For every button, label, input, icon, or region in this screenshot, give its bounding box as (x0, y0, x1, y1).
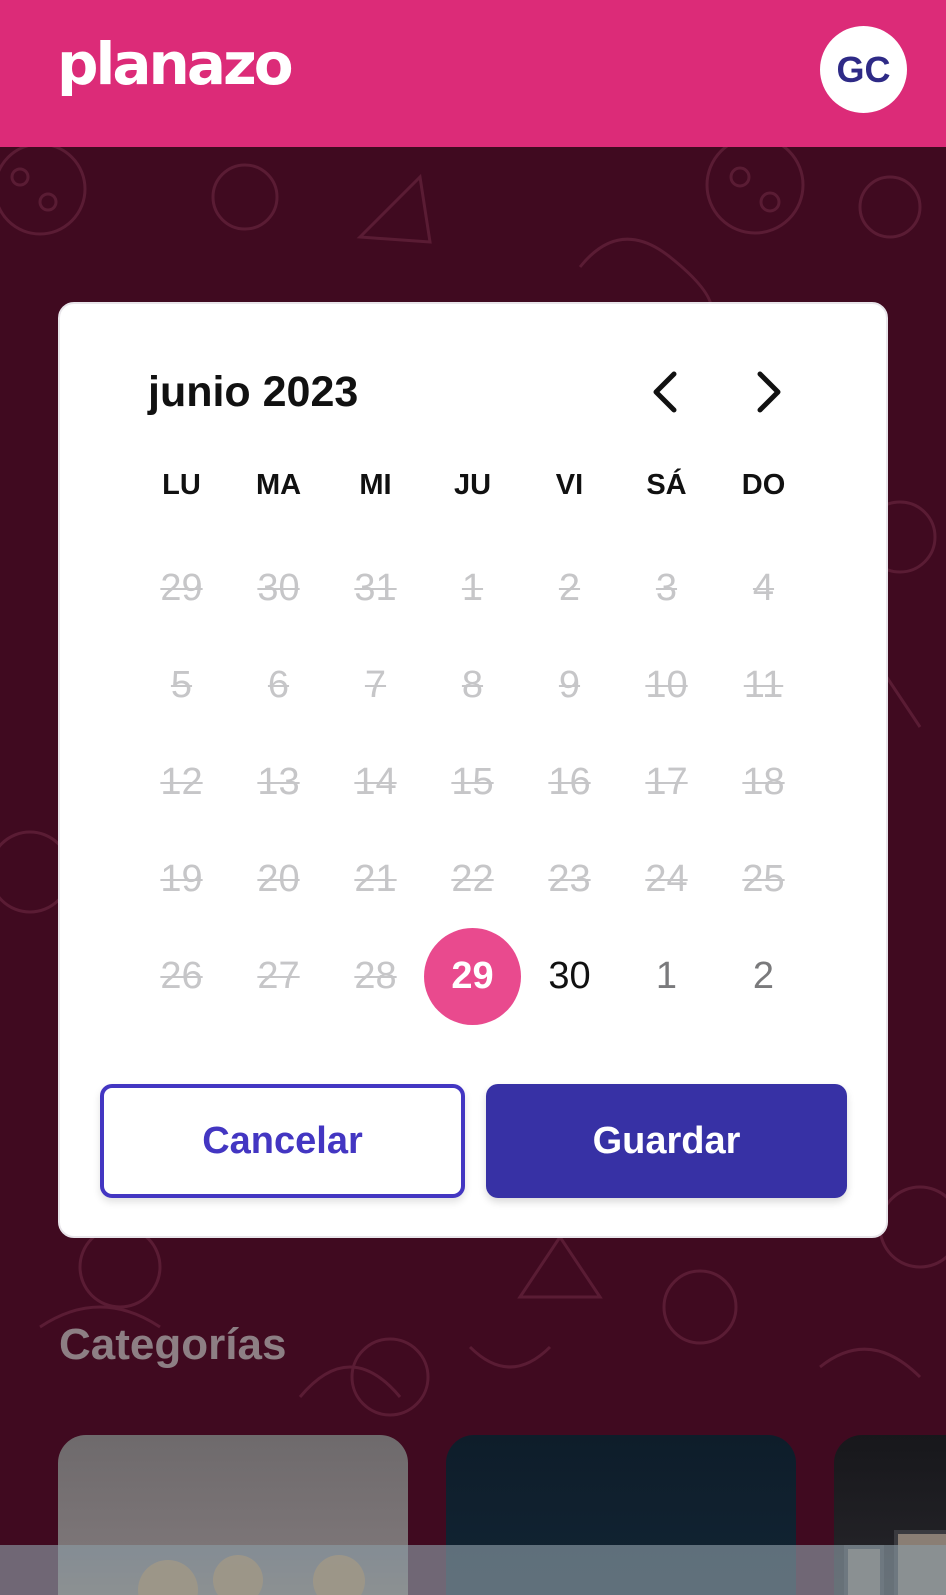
calendar-day: 11 (715, 637, 812, 734)
calendar-day: 18 (715, 734, 812, 831)
weekday-label: MI (359, 469, 392, 501)
calendar-day: 23 (521, 831, 618, 928)
calendar-day-number: 2 (752, 955, 775, 997)
calendar-day: 16 (521, 734, 618, 831)
calendar-day: 29 (133, 540, 230, 637)
calendar-day: 24 (618, 831, 715, 928)
calendar-day-number: 26 (160, 955, 203, 997)
calendar-day-number: 5 (170, 664, 193, 706)
calendar-day: 20 (230, 831, 327, 928)
calendar-day-number: 22 (451, 858, 494, 900)
calendar-day: 25 (715, 831, 812, 928)
calendar-day: 19 (133, 831, 230, 928)
cancel-button[interactable]: Cancelar (100, 1084, 465, 1198)
calendar-day-number: 7 (364, 664, 387, 706)
calendar-day: 31 (327, 540, 424, 637)
save-button[interactable]: Guardar (486, 1084, 847, 1198)
calendar-day: 28 (327, 928, 424, 1025)
calendar-day: 5 (133, 637, 230, 734)
prev-month-button[interactable] (638, 364, 694, 420)
bottom-strip (0, 1545, 946, 1595)
chevron-right-icon (757, 371, 781, 413)
calendar-day: 1 (424, 540, 521, 637)
calendar-day-number: 1 (655, 955, 678, 997)
calendar-day-number: 25 (742, 858, 785, 900)
calendar-day-number: 27 (257, 955, 300, 997)
calendar-day-number: 1 (461, 567, 484, 609)
calendar-day: 27 (230, 928, 327, 1025)
calendar-day-number: 2 (558, 567, 581, 609)
date-picker-modal: junio 2023 LU MA MI JU VI SÁ DO 29 30 31 1 2… (58, 302, 888, 1238)
weekday-label: DO (741, 469, 786, 501)
calendar-day-number: 19 (160, 858, 203, 900)
calendar-day: 2 (521, 540, 618, 637)
calendar-day-number: 23 (548, 858, 591, 900)
calendar-day-number: 8 (461, 664, 484, 706)
calendar-day: 26 (133, 928, 230, 1025)
weekday-label: SÁ (646, 469, 687, 501)
calendar-grid: 29 30 31 1 2 3 4 5 6 7 8 9 10 11 12 13 14 15 16 17 18 19 20 21 2… (133, 540, 813, 1030)
calendar-day-number: 31 (354, 567, 397, 609)
calendar-day: 7 (327, 637, 424, 734)
calendar-day-number: 24 (645, 858, 688, 900)
weekday-header: LU MA MI JU VI SÁ DO (133, 469, 813, 509)
calendar-day: 6 (230, 637, 327, 734)
calendar-day: 30 (230, 540, 327, 637)
calendar-day-selected[interactable]: 29 (424, 928, 521, 1025)
calendar-day-number: 15 (451, 761, 494, 803)
calendar-day-number: 17 (645, 761, 688, 803)
calendar-day-number: 13 (257, 761, 300, 803)
next-month-button[interactable] (740, 364, 796, 420)
app-header: planazo GC (0, 0, 946, 147)
calendar-day: 12 (133, 734, 230, 831)
calendar-day: 14 (327, 734, 424, 831)
calendar-day-number: 3 (655, 567, 678, 609)
calendar-day-number: 11 (743, 664, 784, 706)
calendar-day-number: 12 (160, 761, 203, 803)
avatar[interactable]: GC (820, 26, 907, 113)
calendar-day: 13 (230, 734, 327, 831)
calendar-day: 3 (618, 540, 715, 637)
calendar-day-number: 10 (645, 664, 688, 706)
categories-title: Categorías (59, 1320, 287, 1369)
weekday-label: JU (453, 469, 492, 501)
weekday-label: VI (555, 469, 584, 501)
calendar-day-number: 16 (548, 761, 591, 803)
month-title: junio 2023 (148, 368, 359, 416)
calendar-day-number: 29 (160, 567, 203, 609)
calendar-day: 10 (618, 637, 715, 734)
calendar-day[interactable]: 30 (521, 928, 618, 1025)
calendar-day-number: 6 (267, 664, 290, 706)
calendar-day-number: 30 (257, 567, 300, 609)
calendar-day-number: 21 (354, 858, 397, 900)
calendar-day: 17 (618, 734, 715, 831)
calendar-day-number: 18 (742, 761, 785, 803)
calendar-day-number: 28 (354, 955, 397, 997)
calendar-day: 4 (715, 540, 812, 637)
calendar-day: 8 (424, 637, 521, 734)
calendar-day[interactable]: 2 (715, 928, 812, 1025)
calendar-day[interactable]: 1 (618, 928, 715, 1025)
calendar-day: 9 (521, 637, 618, 734)
calendar-day: 15 (424, 734, 521, 831)
calendar-day: 22 (424, 831, 521, 928)
calendar-day-number: 20 (257, 858, 300, 900)
planazo-logo[interactable]: planazo (57, 30, 294, 98)
calendar-day-number: 30 (548, 955, 591, 997)
calendar-day-number: 9 (558, 664, 581, 706)
weekday-label: LU (162, 469, 201, 501)
calendar-day-number: 4 (752, 567, 775, 609)
calendar-day-number: 14 (354, 761, 397, 803)
calendar-day: 21 (327, 831, 424, 928)
calendar-day-number: 29 (451, 955, 494, 997)
chevron-left-icon (653, 371, 677, 413)
weekday-label: MA (255, 469, 302, 501)
